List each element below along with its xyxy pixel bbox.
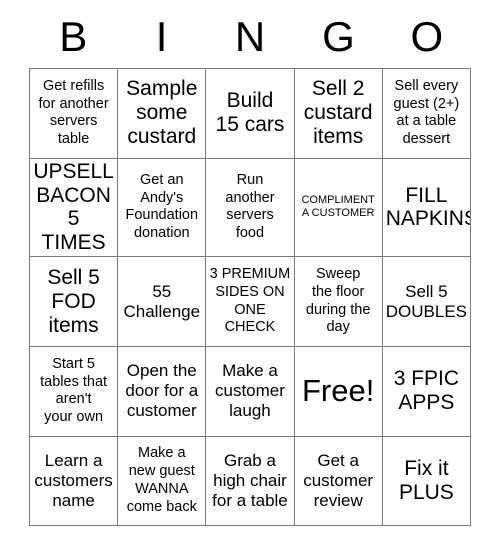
bingo-row: Learn a customers name Make a new guest … <box>28 435 472 527</box>
bingo-cell-text: 55 Challenge <box>123 281 201 321</box>
bingo-cell[interactable]: 3 FPIC APPS <box>381 345 472 437</box>
bingo-cell-text: Run another servers food <box>225 172 275 242</box>
header-letter-b: B <box>59 13 88 60</box>
bingo-cell-text: Make a new guest WANNA come back <box>126 445 197 515</box>
bingo-cell[interactable]: UPSELL BACON 5 TIMES <box>28 157 119 258</box>
bingo-grid: Get refills for another servers table Sa… <box>28 68 472 527</box>
bingo-cell[interactable]: Run another servers food <box>205 157 295 258</box>
header-letter-i: I <box>155 13 168 60</box>
bingo-cell[interactable]: Sample some custard <box>117 68 207 159</box>
bingo-cell[interactable]: FILL NAPKINS <box>381 157 472 258</box>
header-letter-o: O <box>410 13 444 60</box>
bingo-cell[interactable]: Get refills for another servers table <box>28 68 119 159</box>
bingo-cell[interactable]: Sweep the floor during the day <box>293 256 383 347</box>
bingo-row: Get refills for another servers table Sa… <box>28 68 472 159</box>
bingo-row: Start 5 tables that aren't your own Open… <box>28 345 472 437</box>
bingo-cell[interactable]: Get an Andy's Foundation donation <box>117 157 207 258</box>
bingo-cell[interactable]: Open the door for a customer <box>117 345 207 437</box>
bingo-cell[interactable]: Make a new guest WANNA come back <box>117 435 207 527</box>
bingo-cell[interactable]: Fix it PLUS <box>381 435 472 527</box>
bingo-cell[interactable]: Sell every guest (2+) at a table dessert <box>381 68 472 159</box>
bingo-cell[interactable]: 3 PREMIUM SIDES ON ONE CHECK <box>205 256 295 347</box>
bingo-cell-text: Grab a high chair for a table <box>212 450 288 510</box>
bingo-card: B I N G O Get refills for another server… <box>28 0 472 527</box>
bingo-cell-text: Free! <box>301 372 375 408</box>
bingo-cell[interactable]: Sell 5 FOD items <box>28 256 119 347</box>
header-letter-g: G <box>322 13 355 60</box>
bingo-cell-text: Fix it PLUS <box>398 456 454 504</box>
bingo-cell-text: Learn a customers name <box>34 450 113 510</box>
bingo-cell-text: Get an Andy's Foundation donation <box>125 172 199 242</box>
bingo-cell[interactable]: Get a customer review <box>293 435 383 527</box>
bingo-cell-text: Sell 5 DOUBLES <box>385 281 467 321</box>
bingo-cell-text: Start 5 tables that aren't your own <box>40 355 108 425</box>
bingo-cell-text: Sample some custard <box>126 77 198 149</box>
bingo-row: UPSELL BACON 5 TIMES Get an Andy's Found… <box>28 157 472 258</box>
bingo-cell[interactable]: Start 5 tables that aren't your own <box>28 345 119 437</box>
bingo-cell[interactable]: Make a customer laugh <box>205 345 295 437</box>
bingo-cell-text: Get refills for another servers table <box>38 77 109 147</box>
bingo-cell-text: 3 FPIC APPS <box>393 367 460 415</box>
bingo-cell[interactable]: COMPLIMENT A CUSTOMER <box>293 157 383 258</box>
bingo-cell-text: FILL NAPKINS <box>385 183 471 231</box>
bingo-cell[interactable]: 55 Challenge <box>117 256 207 347</box>
bingo-cell[interactable]: Sell 2 custard items <box>293 68 383 159</box>
bingo-cell-text: Sell 2 custard items <box>303 77 373 149</box>
bingo-cell[interactable]: Grab a high chair for a table <box>205 435 295 527</box>
bingo-cell-text: Sweep the floor during the day <box>305 266 371 336</box>
bingo-cell-text: UPSELL BACON 5 TIMES <box>33 159 114 255</box>
bingo-row: Sell 5 FOD items 55 Challenge 3 PREMIUM … <box>28 256 472 347</box>
bingo-cell[interactable]: Sell 5 DOUBLES <box>381 256 472 347</box>
bingo-cell-text: Make a customer laugh <box>215 361 285 421</box>
bingo-cell-text: Open the door for a customer <box>125 361 199 421</box>
bingo-cell-text: Sell 5 FOD items <box>47 265 100 337</box>
bingo-cell[interactable]: Learn a customers name <box>28 435 119 527</box>
bingo-cell-text: Build 15 cars <box>215 89 285 137</box>
bingo-cell[interactable]: Build 15 cars <box>205 68 295 159</box>
bingo-cell-text: COMPLIMENT A CUSTOMER <box>301 193 375 220</box>
bingo-cell-text: Get a customer review <box>303 450 374 510</box>
bingo-cell-text: 3 PREMIUM SIDES ON ONE CHECK <box>209 266 291 336</box>
bingo-cell-free[interactable]: Free! <box>293 345 383 437</box>
bingo-header: B I N G O <box>29 0 471 68</box>
bingo-cell-text: Sell every guest (2+) at a table dessert <box>393 77 460 147</box>
header-letter-n: N <box>234 13 266 60</box>
